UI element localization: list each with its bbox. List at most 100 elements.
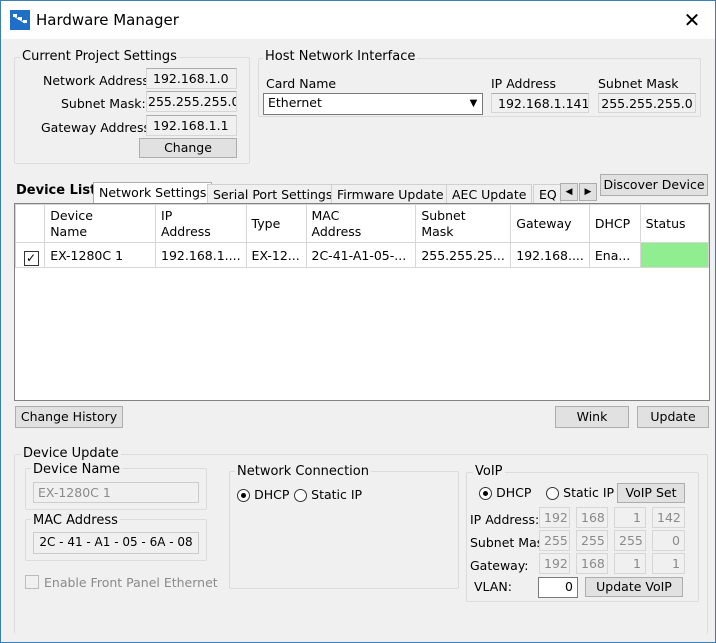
header-status[interactable]: Status (639, 204, 710, 243)
voip-gw-octet-4[interactable]: 1 (652, 553, 685, 574)
row-select-cell[interactable]: ✓ (14, 242, 46, 268)
tab-network-settings[interactable]: Network Settings (93, 182, 213, 203)
voip-dhcp-radio[interactable]: DHCP (479, 485, 531, 501)
cell-mac-address: 2C-41-A1-05-... (305, 242, 417, 268)
voip-mask-octet-3[interactable]: 255 (614, 530, 646, 551)
voip-dhcp-label: DHCP (496, 485, 532, 500)
change-history-button[interactable]: Change History (15, 406, 123, 428)
vlan-input[interactable]: 0 (538, 577, 578, 598)
header-ip-address-text: IP Address (161, 207, 211, 239)
wink-button[interactable]: Wink (555, 406, 629, 428)
net-dhcp-radio[interactable]: DHCP (237, 487, 289, 503)
title-bar[interactable]: Hardware Manager ✕ (1, 1, 715, 39)
voip-gateway-label: Gateway: (470, 558, 529, 573)
header-mac-address[interactable]: MAC Address (305, 204, 417, 243)
tab-device-list[interactable]: Device List (16, 183, 96, 198)
header-gateway[interactable]: Gateway (510, 204, 590, 243)
device-grid: Device Name IP Address Type MAC Address Sub… (14, 204, 710, 268)
cell-device-name: EX-1280C 1 (44, 242, 157, 268)
header-select (14, 204, 46, 243)
header-ip-address[interactable]: IP Address (155, 204, 247, 243)
network-address-value: 192.168.1.0 (146, 68, 237, 89)
row-checkbox[interactable]: ✓ (23, 250, 39, 266)
app-icon (10, 10, 30, 30)
chevron-down-icon[interactable]: ▼ (465, 94, 482, 114)
voip-ip-octet-2[interactable]: 168 (576, 507, 608, 528)
tab-firmware-update[interactable]: Firmware Update (331, 184, 450, 204)
update-voip-button[interactable]: Update VoIP (585, 577, 683, 597)
cell-ip-address: 192.168.1.... (155, 242, 247, 268)
voip-gw-octet-2[interactable]: 168 (576, 553, 608, 574)
host-network-interface-title: Host Network Interface (263, 49, 418, 64)
voip-ip-octet-4[interactable]: 142 (652, 507, 685, 528)
header-subnet-mask[interactable]: Subnet Mask (415, 204, 512, 243)
voip-static-ip-radio-dot[interactable] (546, 487, 559, 500)
header-status-text: Status (645, 216, 686, 231)
voip-ip-address-label: IP Address: (470, 512, 540, 527)
header-type[interactable]: Type (245, 204, 307, 243)
mac-address-title: MAC Address (31, 513, 120, 528)
front-panel-checkbox[interactable] (25, 575, 39, 589)
host-ip-address-value: 192.168.1.141 (491, 93, 589, 113)
device-name-field[interactable]: EX-1280C 1 (33, 482, 199, 503)
cell-gateway: 192.168.... (510, 242, 590, 268)
subnet-mask-value: 255.255.255.0 (146, 91, 237, 112)
net-dhcp-label: DHCP (254, 487, 290, 502)
hardware-manager-window: Hardware Manager ✕ Current Project Setti… (0, 0, 716, 643)
network-connection-title: Network Connection (235, 464, 371, 479)
voip-ip-octet-1[interactable]: 192 (539, 507, 570, 528)
tab-aec-update[interactable]: AEC Update (446, 184, 533, 204)
cell-subnet-mask: 255.255.25... (415, 242, 512, 268)
gateway-address-label: Gateway Address: (41, 120, 155, 135)
voip-subnet-mask-label: Subnet Mas (470, 535, 539, 550)
device-name-title: Device Name (31, 462, 122, 477)
change-button[interactable]: Change (139, 138, 237, 158)
device-table: Device Name IP Address Type MAC Address Sub… (14, 203, 710, 401)
update-button[interactable]: Update (637, 406, 709, 428)
voip-dhcp-radio-dot[interactable] (479, 487, 492, 500)
voip-mask-octet-4[interactable]: 0 (652, 530, 685, 551)
voip-static-ip-label: Static IP (563, 485, 615, 500)
tab-eq[interactable]: EQ (533, 184, 561, 204)
host-ip-address-label: IP Address (491, 76, 556, 91)
net-static-ip-radio-dot[interactable] (294, 489, 307, 502)
table-header-row: Device Name IP Address Type MAC Address Sub… (14, 204, 710, 243)
card-name-select[interactable]: Ethernet ▼ (263, 93, 483, 115)
voip-set-button[interactable]: VoIP Set (617, 483, 685, 503)
header-gateway-text: Gateway (516, 216, 572, 231)
cell-status (639, 242, 710, 268)
net-static-ip-label: Static IP (311, 487, 363, 502)
tab-serial-port-settings[interactable]: Serial Port Settings (207, 184, 339, 204)
voip-mask-octet-1[interactable]: 255 (539, 530, 570, 551)
net-dhcp-radio-dot[interactable] (237, 489, 250, 502)
header-mac-address-text: MAC Address (311, 207, 362, 239)
vlan-label: VLAN: (474, 579, 512, 594)
header-device-name[interactable]: Device Name (44, 204, 157, 243)
header-dhcp[interactable]: DHCP (588, 204, 641, 243)
tab-scroll-right-icon[interactable]: ▶ (579, 183, 597, 201)
voip-gw-octet-1[interactable]: 192 (539, 553, 570, 574)
close-icon[interactable]: ✕ (669, 1, 715, 39)
voip-mask-octet-2[interactable]: 255 (576, 530, 608, 551)
subnet-mask-label: Subnet Mask: (61, 96, 146, 111)
device-update-title: Device Update (21, 446, 121, 461)
header-device-name-text: Device Name (50, 207, 93, 239)
card-name-label: Card Name (266, 76, 337, 91)
network-address-label: Network Address: (43, 73, 154, 88)
voip-gw-octet-3[interactable]: 1 (614, 553, 646, 574)
gateway-address-value: 192.168.1.1 (146, 115, 237, 136)
cell-dhcp: Ena... (588, 242, 641, 268)
discover-device-button[interactable]: Discover Device (600, 174, 708, 196)
voip-static-ip-radio[interactable]: Static IP (546, 485, 614, 501)
table-row[interactable]: ✓ EX-1280C 1 192.168.1.... EX-12... 2C-4… (14, 242, 710, 268)
header-type-text: Type (251, 216, 281, 231)
cell-type: EX-12... (245, 242, 307, 268)
mac-address-field[interactable]: 2C - 41 - A1 - 05 - 6A - 08 (33, 532, 199, 554)
net-static-ip-radio[interactable]: Static IP (294, 487, 362, 503)
window-title: Hardware Manager (36, 11, 179, 29)
host-subnet-mask-label: Subnet Mask (598, 76, 679, 91)
tab-scroll-left-icon[interactable]: ◀ (560, 183, 578, 201)
voip-ip-octet-3[interactable]: 1 (614, 507, 646, 528)
host-subnet-mask-value: 255.255.255.0 (598, 93, 696, 113)
card-name-value: Ethernet (268, 95, 322, 110)
